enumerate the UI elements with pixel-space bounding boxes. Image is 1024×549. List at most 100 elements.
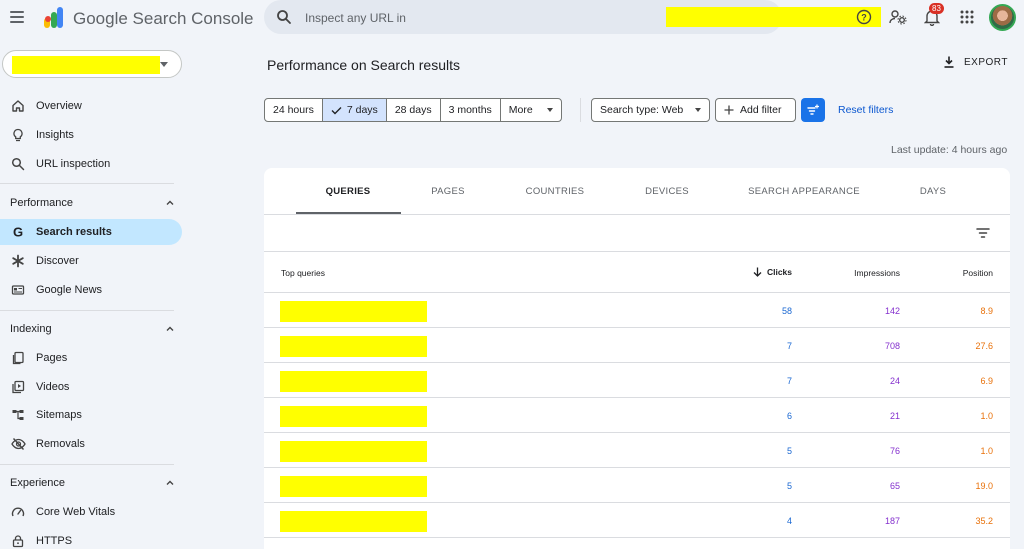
reset-filters-link[interactable]: Reset filters [838,104,893,116]
date-range-7-days[interactable]: 7 days [322,99,387,121]
impressions-value: 21 [889,411,900,421]
sidebar-section-experience[interactable]: Experience [10,473,175,493]
tab-pages[interactable]: PAGES [431,186,465,197]
redacted-query [280,336,427,357]
sidebar-item-search-results[interactable]: G Search results [0,219,182,245]
last-update-text: Last update: 4 hours ago [891,144,1008,156]
filter-sparkle-icon [807,104,819,115]
table-row[interactable]: 7 708 27.6 [264,328,1010,363]
column-header-impressions[interactable]: Impressions [854,268,900,278]
impressions-value: 708 [884,341,900,351]
svg-text:?: ? [861,13,867,23]
tab-days[interactable]: DAYS [920,186,946,197]
add-filter-button[interactable]: Add filter [715,98,796,122]
position-value: 8.9 [980,306,993,316]
lightbulb-icon [0,128,36,142]
sidebar-item-label: Insights [36,129,74,141]
notification-count-badge: 83 [929,3,944,14]
tab-countries[interactable]: COUNTRIES [526,186,585,197]
date-range-3-months[interactable]: 3 months [441,99,501,121]
chevron-up-icon [166,326,174,331]
account-avatar[interactable] [989,4,1016,31]
clicks-value: 4 [786,516,792,526]
asterisk-icon [0,254,36,268]
table-row[interactable]: 7 24 6.9 [264,363,1010,398]
column-header-clicks[interactable]: Clicks [753,267,792,277]
sidebar-section-performance[interactable]: Performance [10,193,175,213]
search-placeholder: Inspect any URL in [305,11,406,25]
tab-search-appearance[interactable]: SEARCH APPEARANCE [748,186,860,197]
table-row[interactable]: 5 65 19.0 [264,468,1010,503]
filter-settings-button[interactable] [801,98,825,122]
clicks-header-label: Clicks [766,267,792,277]
svg-text:G: G [13,225,23,239]
date-range-28-days[interactable]: 28 days [387,99,441,121]
url-inspect-search-bar[interactable]: Inspect any URL in [264,0,881,34]
table-row[interactable]: 6 21 1.0 [264,398,1010,433]
filter-rows-icon[interactable] [976,227,990,239]
position-value: 35.2 [975,516,993,526]
sidebar-item-removals[interactable]: Removals [0,431,182,457]
sidebar-section-indexing[interactable]: Indexing [10,319,175,339]
sidebar-item-overview[interactable]: Overview [0,93,182,119]
pages-icon [0,351,36,365]
clicks-value: 7 [786,341,792,351]
add-filter-label: Add filter [740,104,782,116]
redacted-property-url [666,7,881,27]
help-icon[interactable]: ? [854,7,874,27]
section-title: Indexing [10,323,52,335]
sort-down-arrow-icon [753,267,762,277]
sidebar-item-sitemaps[interactable]: Sitemaps [0,402,182,428]
sidebar-item-videos[interactable]: Videos [0,374,182,400]
apps-grid-icon[interactable] [957,7,977,27]
section-title: Experience [10,477,66,489]
dimension-tabs: QUERIES PAGES COUNTRIES DEVICES SEARCH A… [264,168,1010,215]
plus-icon [724,105,734,115]
sidebar-item-google-news[interactable]: Google News [0,277,182,303]
top-bar: Google Search Console Inspect any URL in… [0,0,1024,36]
sidebar-item-discover[interactable]: Discover [0,248,182,274]
table-row[interactable]: 5 76 1.0 [264,433,1010,468]
toolbar-divider [580,98,581,122]
export-button[interactable]: EXPORT [942,55,1008,69]
column-header-top-queries[interactable]: Top queries [281,268,325,278]
sidebar-item-label: Removals [36,438,85,450]
tab-devices[interactable]: DEVICES [645,186,689,197]
sidebar-item-https[interactable]: HTTPS [0,528,182,549]
sidebar-item-label: Discover [36,255,79,267]
table-row[interactable]: 58 142 8.9 [264,293,1010,328]
sitemap-icon [0,408,36,422]
position-value: 1.0 [980,411,993,421]
sidebar-item-label: Videos [36,381,70,393]
tab-queries[interactable]: QUERIES [326,186,371,197]
impressions-value: 76 [889,446,900,456]
sidebar-item-pages[interactable]: Pages [0,345,182,371]
menu-icon[interactable] [10,11,24,23]
app-title[interactable]: Google Search Console [73,9,254,29]
sidebar-item-url-inspection[interactable]: URL inspection [0,151,182,177]
search-type-dropdown[interactable]: Search type: Web [591,98,710,122]
position-value: 6.9 [980,376,993,386]
redacted-query [280,371,427,392]
search-console-logo-icon [44,7,63,28]
results-card: QUERIES PAGES COUNTRIES DEVICES SEARCH A… [264,168,1010,549]
sidebar-item-label: Search results [36,226,112,238]
user-settings-icon[interactable] [888,7,908,27]
column-header-position[interactable]: Position [963,268,993,278]
sidebar-item-insights[interactable]: Insights [0,122,182,148]
sidebar-divider [0,310,174,311]
section-title: Performance [10,197,73,209]
search-icon [0,157,36,171]
position-value: 1.0 [980,446,993,456]
search-type-label: Search type: Web [600,104,684,116]
sidebar: Overview Insights URL inspection Perform… [0,36,190,549]
table-row[interactable]: 4 187 35.2 [264,503,1010,538]
sidebar-item-core-web-vitals[interactable]: Core Web Vitals [0,499,182,525]
check-icon [331,106,342,114]
chevron-up-icon [166,480,174,485]
clicks-value: 58 [781,306,792,316]
date-range-24-hours[interactable]: 24 hours [265,99,323,121]
clicks-value: 7 [786,376,792,386]
property-selector[interactable] [2,50,182,78]
date-range-more[interactable]: More [501,99,561,121]
